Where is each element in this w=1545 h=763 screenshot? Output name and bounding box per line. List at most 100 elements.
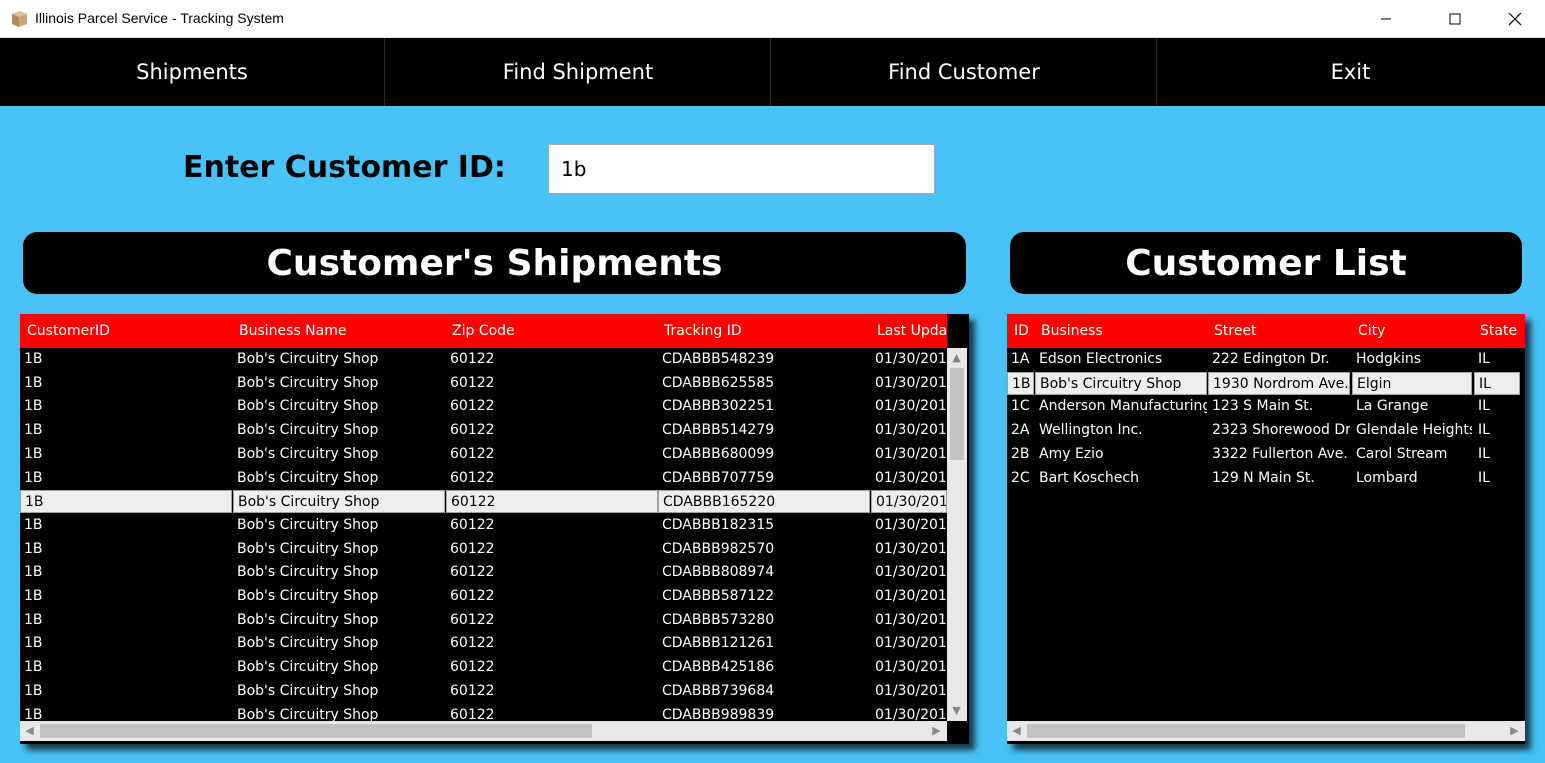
shipment-row[interactable]: 1B Bob's Circuitry Shop 60122 CDABBB302251 0… (20, 395, 947, 418)
shipment-row[interactable]: 1B Bob's Circuitry Shop 60122 CDABBB182315 0… (20, 514, 947, 537)
table-cell: 1B (24, 682, 43, 699)
column-header[interactable]: CustomerID (27, 314, 227, 348)
column-header[interactable]: Business (1041, 314, 1211, 348)
table-cell: 60122 (450, 422, 495, 439)
table-cell: Bob's Circuitry Shop (237, 564, 379, 581)
table-cell: Bob's Circuitry Shop (237, 445, 379, 462)
scroll-thumb[interactable] (950, 368, 964, 460)
maximize-button[interactable] (1432, 0, 1478, 38)
shipments-grid[interactable]: CustomerID Business Name Zip Code Tracki… (20, 314, 969, 744)
table-cell: IL (1478, 445, 1490, 462)
table-cell: Wellington Inc. (1039, 422, 1143, 439)
shipments-vertical-scrollbar[interactable]: ▲ ▼ (947, 348, 967, 721)
customer-row[interactable]: 1C Anderson Manufacturing 123 S Main St. La… (1007, 395, 1525, 418)
table-cell: 60122 (450, 706, 495, 722)
close-button[interactable] (1492, 0, 1538, 38)
shipments-horizontal-scrollbar[interactable]: ◀ ▶ (20, 721, 947, 741)
table-cell: 1B (24, 516, 43, 533)
customer-row[interactable]: 2A Wellington Inc. 2323 Shorewood Dr. Glend… (1007, 419, 1525, 442)
table-cell: 1B (24, 398, 43, 415)
nav-exit[interactable]: Exit (1158, 38, 1543, 106)
column-header[interactable]: City (1358, 314, 1478, 348)
shipment-row[interactable]: 1B Bob's Circuitry Shop 60122 CDABBB989839 0… (20, 704, 947, 722)
table-cell: 1B (24, 706, 43, 722)
scroll-left-icon[interactable]: ◀ (1008, 722, 1025, 739)
table-cell: 2323 Shorewood Dr. (1212, 422, 1350, 439)
shipment-row[interactable]: 1B Bob's Circuitry Shop 60122 CDABBB587122 0… (20, 585, 947, 608)
scroll-left-icon[interactable]: ◀ (21, 722, 38, 739)
column-header[interactable]: ID (1014, 314, 1038, 348)
customer-grid[interactable]: ID Business Street City State 1A Edson El… (1007, 314, 1525, 744)
scroll-right-icon[interactable]: ▶ (1506, 722, 1523, 739)
customer-list-title: Customer List (1010, 232, 1522, 294)
table-cell: 60122 (450, 564, 495, 581)
shipments-title: Customer's Shipments (23, 232, 966, 294)
customer-row[interactable]: 2B Amy Ezio 3322 Fullerton Ave. Carol Strea… (1007, 443, 1525, 466)
shipment-row[interactable]: 1B Bob's Circuitry Shop 60122 CDABBB425186 0… (20, 656, 947, 679)
column-header[interactable]: Street (1214, 314, 1354, 348)
table-cell: CDABBB182315 (662, 516, 775, 533)
table-cell: Bob's Circuitry Shop (233, 490, 445, 514)
table-cell: 60122 (450, 682, 495, 699)
nav-find-customer[interactable]: Find Customer (772, 38, 1157, 106)
table-cell: 1B (24, 445, 43, 462)
table-cell: 1B (24, 374, 43, 391)
table-cell: 01/30/2019 (875, 564, 947, 581)
table-cell: 01/30/2019 (875, 635, 947, 652)
scroll-up-icon[interactable]: ▲ (948, 349, 965, 366)
customer-row[interactable]: 2C Bart Koschech 129 N Main St. Lombard IL (1007, 467, 1525, 490)
customer-horizontal-scrollbar[interactable]: ◀ ▶ (1007, 721, 1525, 741)
shipment-row[interactable]: 1B Bob's Circuitry Shop 60122 CDABBB165220 0… (20, 490, 947, 514)
table-cell: IL (1474, 371, 1520, 395)
shipment-row[interactable]: 1B Bob's Circuitry Shop 60122 CDABBB982570 0… (20, 538, 947, 561)
table-cell: 1B (24, 564, 43, 581)
minimize-button[interactable] (1363, 0, 1409, 38)
table-cell: Elgin (1352, 371, 1472, 395)
table-cell: 60122 (450, 516, 495, 533)
table-cell: Bob's Circuitry Shop (237, 422, 379, 439)
column-header[interactable]: Zip Code (452, 314, 652, 348)
table-cell: 01/30/2019 (875, 682, 947, 699)
column-header[interactable]: Business Name (239, 314, 439, 348)
customer-row[interactable]: 1A Edson Electronics 222 Edington Dr. Hodgk… (1007, 348, 1525, 371)
shipment-row[interactable]: 1B Bob's Circuitry Shop 60122 CDABBB121261 0… (20, 632, 947, 655)
table-cell: 1B (24, 588, 43, 604)
nav-bar: Shipments Find Shipment Find Customer Ex… (0, 38, 1545, 106)
table-cell: Edson Electronics (1039, 351, 1163, 367)
table-cell: Bob's Circuitry Shop (237, 374, 379, 391)
table-cell: 1B (24, 351, 43, 367)
table-cell: Bob's Circuitry Shop (237, 351, 379, 367)
scroll-down-icon[interactable]: ▼ (948, 702, 965, 719)
table-cell: CDABBB121261 (662, 635, 775, 652)
table-cell: 1C (1011, 398, 1030, 415)
scroll-right-icon[interactable]: ▶ (928, 722, 945, 739)
table-cell: Anderson Manufacturing (1039, 398, 1207, 415)
table-cell: 01/30/2019 (875, 374, 947, 391)
shipment-row[interactable]: 1B Bob's Circuitry Shop 60122 CDABBB739684 0… (20, 680, 947, 703)
column-header[interactable]: Last Updat (877, 314, 947, 348)
table-cell: Glendale Heights (1356, 422, 1472, 439)
nav-find-shipment[interactable]: Find Shipment (386, 38, 771, 106)
table-cell: 2B (1011, 445, 1030, 462)
table-cell: Bob's Circuitry Shop (237, 706, 379, 722)
customer-row[interactable]: 1B Bob's Circuitry Shop 1930 Nordrom Ave. E… (1007, 371, 1525, 395)
shipment-row[interactable]: 1B Bob's Circuitry Shop 60122 CDABBB808974 0… (20, 561, 947, 584)
table-cell: 1B (24, 635, 43, 652)
table-cell: 1B (24, 422, 43, 439)
table-cell: IL (1478, 422, 1490, 439)
shipment-row[interactable]: 1B Bob's Circuitry Shop 60122 CDABBB514279 0… (20, 419, 947, 442)
shipment-row[interactable]: 1B Bob's Circuitry Shop 60122 CDABBB573280 0… (20, 609, 947, 632)
scroll-thumb[interactable] (1027, 724, 1465, 738)
table-cell: Bob's Circuitry Shop (237, 611, 379, 628)
scroll-thumb[interactable] (40, 724, 592, 738)
shipment-row[interactable]: 1B Bob's Circuitry Shop 60122 CDABBB707759 0… (20, 467, 947, 490)
column-header[interactable]: Tracking ID (664, 314, 864, 348)
shipment-row[interactable]: 1B Bob's Circuitry Shop 60122 CDABBB625585 0… (20, 372, 947, 395)
nav-shipments[interactable]: Shipments (0, 38, 385, 106)
customer-rows: 1A Edson Electronics 222 Edington Dr. Hodgk… (1007, 348, 1525, 721)
column-header[interactable]: State (1480, 314, 1525, 348)
shipment-row[interactable]: 1B Bob's Circuitry Shop 60122 CDABBB680099 0… (20, 443, 947, 466)
table-cell: Lombard (1356, 469, 1418, 486)
shipment-row[interactable]: 1B Bob's Circuitry Shop 60122 CDABBB548239 0… (20, 348, 947, 371)
customer-id-input[interactable] (548, 144, 935, 194)
